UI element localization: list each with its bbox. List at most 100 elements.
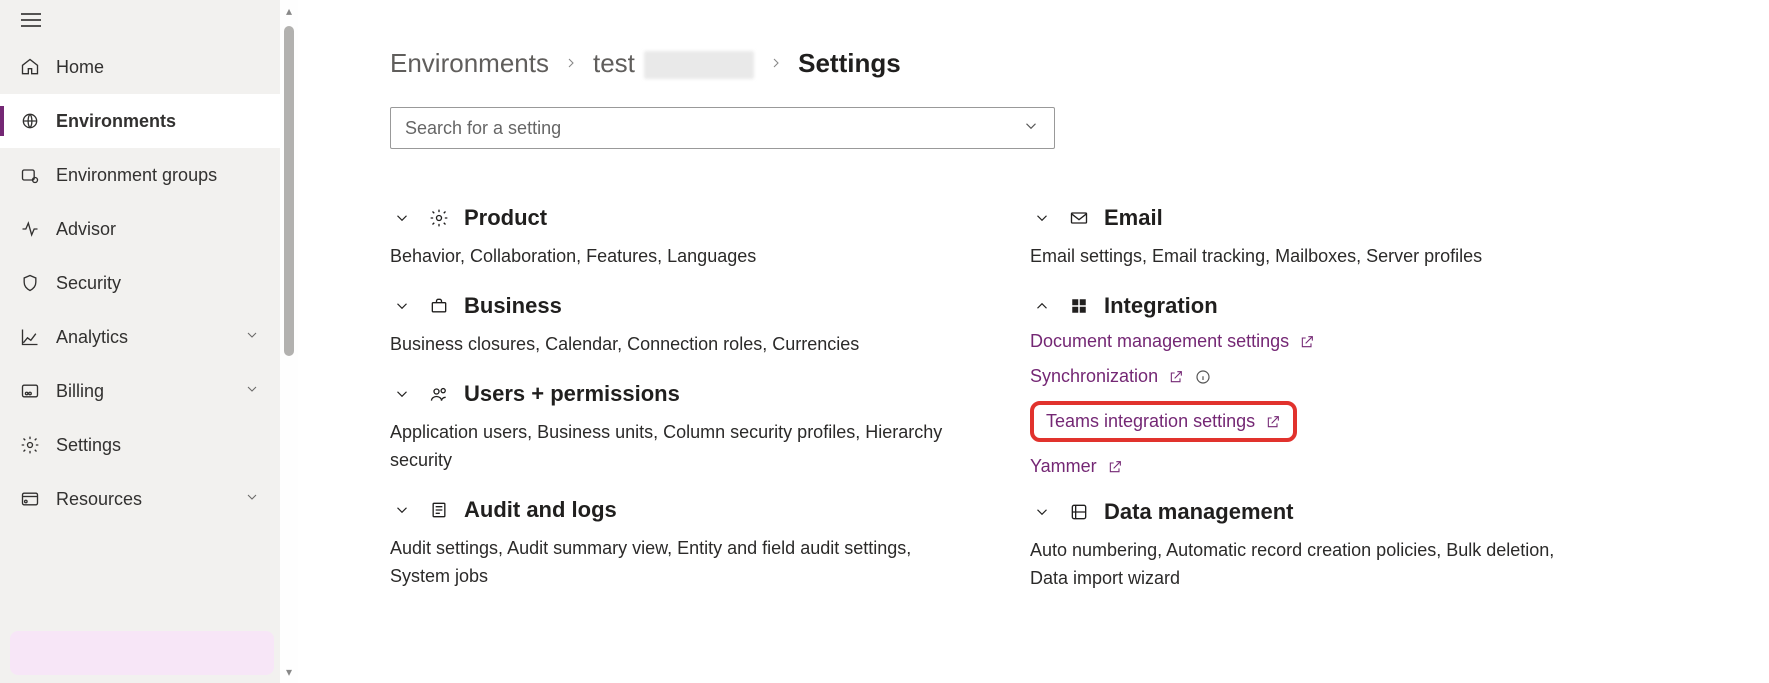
shield-icon bbox=[20, 273, 40, 293]
scrollbar-thumb[interactable] bbox=[284, 26, 294, 356]
link-yammer[interactable]: Yammer bbox=[1030, 456, 1123, 477]
search-setting-combobox[interactable]: Search for a setting bbox=[390, 107, 1055, 149]
breadcrumb-env-label: test bbox=[593, 48, 635, 78]
chevron-down-icon[interactable] bbox=[1030, 500, 1054, 524]
sidebar-item-label: Environment groups bbox=[56, 165, 260, 186]
section-summary: Audit settings, Audit summary view, Enti… bbox=[390, 535, 950, 591]
section-summary: Auto numbering, Automatic record creatio… bbox=[1030, 537, 1590, 593]
section-header-business[interactable]: Business bbox=[390, 293, 950, 319]
open-external-icon bbox=[1299, 334, 1315, 350]
sidebar-item-analytics[interactable]: Analytics bbox=[0, 310, 280, 364]
mail-icon bbox=[1068, 208, 1090, 228]
briefcase-icon bbox=[428, 296, 450, 316]
sidebar-item-label: Settings bbox=[56, 435, 260, 456]
chevron-up-icon[interactable] bbox=[1030, 294, 1054, 318]
link-teams-integration-settings[interactable]: Teams integration settings bbox=[1046, 411, 1281, 432]
sidebar-item-label: Resources bbox=[56, 489, 228, 510]
list-icon bbox=[428, 500, 450, 520]
section-title: Integration bbox=[1104, 293, 1218, 319]
link-label: Teams integration settings bbox=[1046, 411, 1255, 432]
section-header-audit-logs[interactable]: Audit and logs bbox=[390, 497, 950, 523]
chart-icon bbox=[20, 327, 40, 347]
env-group-icon bbox=[20, 165, 40, 185]
section-header-integration[interactable]: Integration bbox=[1030, 293, 1590, 319]
chevron-down-icon[interactable] bbox=[390, 206, 414, 230]
chevron-right-icon bbox=[768, 51, 784, 77]
link-label: Synchronization bbox=[1030, 366, 1158, 387]
breadcrumb: Environments test Settings bbox=[390, 48, 1769, 79]
sidebar-item-environment-groups[interactable]: Environment groups bbox=[0, 148, 280, 202]
gear-icon bbox=[20, 435, 40, 455]
sidebar-item-label: Billing bbox=[56, 381, 228, 402]
section-summary: Email settings, Email tracking, Mailboxe… bbox=[1030, 243, 1590, 271]
sidebar-item-billing[interactable]: Billing bbox=[0, 364, 280, 418]
home-icon bbox=[20, 57, 40, 77]
info-icon[interactable] bbox=[1194, 368, 1212, 386]
globe-icon bbox=[20, 111, 40, 131]
chevron-down-icon[interactable] bbox=[1030, 206, 1054, 230]
billing-icon bbox=[20, 381, 40, 401]
section-title: Business bbox=[464, 293, 562, 319]
resources-icon bbox=[20, 489, 40, 509]
sidebar-nav: Home Environments Environment groups Adv… bbox=[0, 40, 280, 683]
people-icon bbox=[428, 384, 450, 404]
activity-icon bbox=[20, 219, 40, 239]
sidebar-item-label: Advisor bbox=[56, 219, 260, 240]
chevron-down-icon bbox=[244, 327, 260, 348]
section-header-users-permissions[interactable]: Users + permissions bbox=[390, 381, 950, 407]
main-content: Environments test Settings Search for a … bbox=[298, 0, 1769, 683]
chevron-down-icon[interactable] bbox=[390, 498, 414, 522]
chevron-down-icon[interactable] bbox=[390, 382, 414, 406]
breadcrumb-current: Settings bbox=[798, 48, 901, 79]
hamburger-menu-button[interactable] bbox=[0, 0, 280, 40]
scrollbar[interactable]: ▴ ▾ bbox=[280, 0, 298, 683]
integration-links: Document management settings Synchroniza… bbox=[1030, 331, 1590, 477]
section-header-email[interactable]: Email bbox=[1030, 205, 1590, 231]
redacted-text bbox=[644, 51, 754, 79]
search-placeholder: Search for a setting bbox=[405, 118, 1022, 139]
link-synchronization[interactable]: Synchronization bbox=[1030, 366, 1212, 387]
link-document-management-settings[interactable]: Document management settings bbox=[1030, 331, 1315, 352]
sidebar-item-advisor[interactable]: Advisor bbox=[0, 202, 280, 256]
breadcrumb-root[interactable]: Environments bbox=[390, 48, 549, 79]
chevron-down-icon bbox=[1022, 117, 1040, 140]
section-title: Data management bbox=[1104, 499, 1294, 525]
gear-icon bbox=[428, 208, 450, 228]
settings-column-right: Email Email settings, Email tracking, Ma… bbox=[1030, 183, 1590, 603]
chevron-down-icon bbox=[244, 489, 260, 510]
sidebar-item-resources[interactable]: Resources bbox=[0, 472, 280, 526]
sidebar-item-environments[interactable]: Environments bbox=[0, 94, 280, 148]
open-external-icon bbox=[1107, 459, 1123, 475]
section-title: Audit and logs bbox=[464, 497, 617, 523]
section-header-data-management[interactable]: Data management bbox=[1030, 499, 1590, 525]
section-summary: Behavior, Collaboration, Features, Langu… bbox=[390, 243, 950, 271]
windows-icon bbox=[1068, 297, 1090, 315]
link-label: Document management settings bbox=[1030, 331, 1289, 352]
sidebar-item-label: Analytics bbox=[56, 327, 228, 348]
sidebar-item-settings[interactable]: Settings bbox=[0, 418, 280, 472]
breadcrumb-env[interactable]: test bbox=[593, 48, 754, 79]
chevron-down-icon bbox=[244, 381, 260, 402]
sidebar-item-home[interactable]: Home bbox=[0, 40, 280, 94]
chevron-down-icon[interactable] bbox=[390, 294, 414, 318]
section-summary: Business closures, Calendar, Connection … bbox=[390, 331, 950, 359]
sidebar: Home Environments Environment groups Adv… bbox=[0, 0, 280, 683]
promo-banner[interactable] bbox=[10, 631, 274, 675]
sidebar-item-label: Security bbox=[56, 273, 260, 294]
open-external-icon bbox=[1265, 414, 1281, 430]
open-external-icon bbox=[1168, 369, 1184, 385]
section-title: Product bbox=[464, 205, 547, 231]
chevron-right-icon bbox=[563, 51, 579, 77]
section-header-product[interactable]: Product bbox=[390, 205, 950, 231]
section-title: Users + permissions bbox=[464, 381, 680, 407]
scroll-up-arrow-icon[interactable]: ▴ bbox=[286, 0, 292, 22]
scroll-down-arrow-icon[interactable]: ▾ bbox=[286, 661, 292, 683]
section-title: Email bbox=[1104, 205, 1163, 231]
sidebar-item-label: Home bbox=[56, 57, 260, 78]
sidebar-item-security[interactable]: Security bbox=[0, 256, 280, 310]
link-label: Yammer bbox=[1030, 456, 1097, 477]
data-icon bbox=[1068, 502, 1090, 522]
section-summary: Application users, Business units, Colum… bbox=[390, 419, 950, 475]
highlighted-link-box: Teams integration settings bbox=[1030, 401, 1297, 442]
settings-column-left: Product Behavior, Collaboration, Feature… bbox=[390, 183, 950, 603]
